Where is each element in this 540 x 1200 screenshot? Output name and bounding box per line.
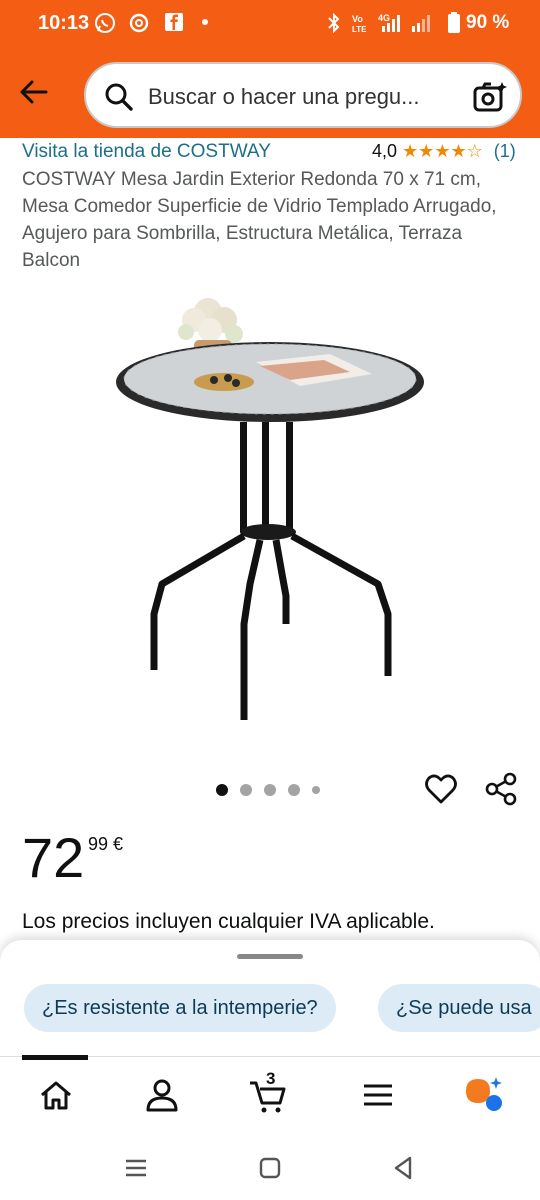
status-bar: 10:13 Vo LTE 4G 90 % bbox=[0, 0, 540, 48]
system-back-button[interactable] bbox=[390, 1154, 418, 1182]
menu-icon bbox=[364, 1084, 392, 1106]
nav-menu[interactable] bbox=[358, 1075, 398, 1115]
active-tab-indicator bbox=[22, 1055, 88, 1060]
svg-text:LTE: LTE bbox=[352, 25, 367, 34]
whatsapp-icon bbox=[94, 12, 116, 40]
carousel-dot[interactable] bbox=[216, 784, 228, 796]
cart-count: 3 bbox=[266, 1069, 276, 1088]
carousel-dot[interactable] bbox=[264, 784, 276, 796]
app-header: 10:13 Vo LTE 4G 90 % Buscar o hacer una p… bbox=[0, 0, 540, 138]
nav-account[interactable] bbox=[142, 1075, 182, 1115]
rating-summary[interactable]: 4,0 ★★★★☆ (1) bbox=[372, 141, 516, 162]
battery-icon bbox=[448, 12, 460, 40]
rufus-icon bbox=[466, 1077, 502, 1111]
nav-cart[interactable]: 3 bbox=[248, 1069, 288, 1115]
recents-icon bbox=[126, 1159, 146, 1177]
search-bar[interactable]: Buscar o hacer una pregu... bbox=[84, 62, 522, 128]
suggestion-chip[interactable]: ¿Es resistente a la intemperie? bbox=[24, 984, 336, 1032]
share-button[interactable] bbox=[484, 772, 518, 806]
rating-count[interactable]: (1) bbox=[494, 141, 516, 161]
square-icon bbox=[259, 1157, 281, 1179]
suggestions-sheet: ¿Es resistente a la intemperie? ¿Se pued… bbox=[0, 940, 540, 1060]
svg-text:4G: 4G bbox=[378, 13, 390, 23]
bluetooth-icon bbox=[326, 12, 342, 40]
nav-home[interactable] bbox=[36, 1075, 76, 1115]
sheet-handle[interactable] bbox=[237, 954, 303, 959]
store-link[interactable]: Visita la tienda de COSTWAY bbox=[22, 141, 271, 163]
camera-search-icon[interactable] bbox=[472, 80, 508, 114]
facebook-icon bbox=[164, 12, 184, 38]
account-icon bbox=[146, 1079, 178, 1112]
search-icon bbox=[105, 83, 133, 111]
carousel-dot[interactable] bbox=[312, 786, 320, 794]
price-integer: 72 bbox=[22, 826, 85, 889]
home-system-button[interactable] bbox=[256, 1154, 284, 1182]
bottom-nav: 3 bbox=[0, 1055, 540, 1136]
vat-note: Los precios incluyen cualquier IVA aplic… bbox=[22, 910, 435, 933]
carousel-dot[interactable] bbox=[288, 784, 300, 796]
home-icon bbox=[41, 1081, 71, 1110]
star-rating: ★★★★☆ bbox=[402, 141, 483, 162]
price: 72 99 € bbox=[22, 826, 123, 889]
carousel-dot[interactable] bbox=[240, 784, 252, 796]
triangle-back-icon bbox=[394, 1156, 412, 1180]
status-time: 10:13 bbox=[38, 12, 90, 34]
svg-text:Vo: Vo bbox=[352, 14, 363, 24]
price-decimal: 99 € bbox=[88, 834, 124, 854]
nav-rufus[interactable] bbox=[464, 1075, 504, 1115]
product-image[interactable] bbox=[110, 284, 430, 730]
share-icon bbox=[485, 772, 517, 806]
rating-value: 4,0 bbox=[372, 141, 398, 161]
image-carousel-dots[interactable] bbox=[216, 784, 320, 796]
4g-signal-icon: 4G bbox=[378, 12, 444, 40]
search-input[interactable]: Buscar o hacer una pregu... bbox=[148, 84, 458, 110]
arrow-left-icon bbox=[20, 80, 48, 104]
volte-icon: Vo LTE bbox=[350, 12, 374, 40]
heart-icon bbox=[425, 774, 457, 804]
system-nav-bar bbox=[0, 1136, 540, 1200]
suggestion-chip[interactable]: ¿Se puede usa bbox=[378, 984, 540, 1032]
battery-level: 90 % bbox=[466, 12, 510, 33]
wishlist-button[interactable] bbox=[424, 772, 458, 806]
product-title: COSTWAY Mesa Jardin Exterior Redonda 70 … bbox=[22, 169, 497, 271]
back-button[interactable] bbox=[16, 74, 52, 110]
threads-icon bbox=[128, 12, 150, 40]
notification-dot bbox=[202, 19, 208, 25]
recent-apps-button[interactable] bbox=[122, 1154, 150, 1182]
